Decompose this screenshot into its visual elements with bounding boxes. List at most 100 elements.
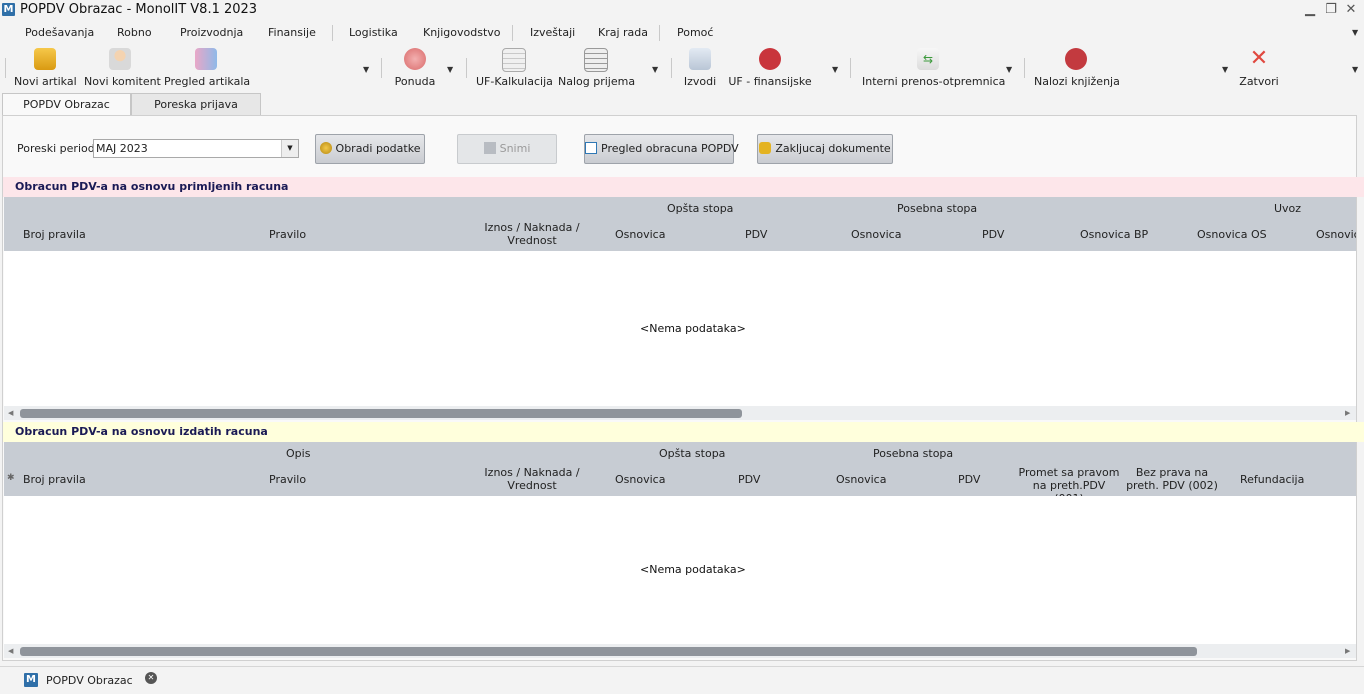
grid1-group-general-rate: Opšta stopa [667, 202, 734, 215]
process-data-button[interactable]: Obradi podatke [315, 134, 425, 164]
menu-item-podesavanja[interactable]: Podešavanja [25, 26, 94, 39]
minimize-icon[interactable]: ▁ [1302, 2, 1318, 18]
menu-item-izvestaji[interactable]: Izveštaji [530, 26, 575, 39]
grid2-empty-message: <Nema podataka> [640, 563, 746, 576]
grid1-group-import: Uvoz [1274, 202, 1302, 215]
tab-popdv-obrazac[interactable]: POPDV Obrazac [2, 93, 131, 115]
grid2-col-rule-number[interactable]: Broj pravila [23, 473, 86, 486]
grid1-col-rule-number[interactable]: Broj pravila [23, 228, 86, 241]
grid2-scroll-thumb[interactable] [20, 647, 1197, 656]
calculator-icon [502, 48, 526, 72]
uf-financial-button[interactable]: UF - finansijske [728, 46, 812, 90]
toolbar-dropdown-icon[interactable]: ▼ [447, 65, 453, 74]
receipt-icon [584, 48, 608, 72]
menu-item-kraj-rada[interactable]: Kraj rada [598, 26, 648, 39]
grid2-horizontal-scrollbar[interactable]: ◀ ▶ [4, 644, 1356, 658]
grid2-body[interactable]: <Nema podataka> [4, 496, 1356, 644]
grid2-col-rule[interactable]: Pravilo [269, 473, 306, 486]
grid1-col-amount[interactable]: Iznos / Naknada / Vrednost [484, 221, 580, 247]
process-icon [319, 142, 332, 154]
grid2-col-vat-general[interactable]: PDV [738, 473, 760, 486]
receipt-order-button[interactable]: Nalog prijema [558, 46, 635, 90]
grid1-col-vat-general[interactable]: PDV [745, 228, 767, 241]
grid2-col-refund[interactable]: Refundacija [1240, 473, 1304, 486]
scroll-left-icon[interactable]: ◀ [8, 409, 13, 417]
grid1-col-base-general[interactable]: Osnovica [615, 228, 665, 241]
offer-button[interactable]: Ponuda [392, 46, 438, 90]
grid1-group-special-rate: Posebna stopa [897, 202, 978, 215]
scroll-right-icon[interactable]: ▶ [1345, 409, 1350, 417]
close-document-icon[interactable]: ✕ [145, 672, 157, 684]
toolbar-dropdown-icon[interactable]: ▼ [363, 65, 369, 74]
grid1-col-base-os[interactable]: Osnovica OS [1197, 228, 1267, 241]
uf-calculation-label: UF-Kalkulacija [476, 75, 553, 88]
grid2-col-without-right[interactable]: Bez prava na preth. PDV (002) [1122, 466, 1222, 492]
grid2-group-description: Opis [286, 447, 311, 460]
open-document-label: POPDV Obrazac [46, 674, 133, 687]
grid1-col-rule[interactable]: Pravilo [269, 228, 306, 241]
grid1-horizontal-scrollbar[interactable]: ◀ ▶ [4, 406, 1356, 420]
save-disk-icon [483, 142, 496, 154]
statements-button[interactable]: Izvodi [680, 46, 720, 90]
toolbar-dropdown-icon[interactable]: ▼ [832, 65, 838, 74]
grid2-col-amount[interactable]: Iznos / Naknada / Vrednost [484, 466, 580, 492]
menu-item-finansije[interactable]: Finansije [268, 26, 316, 39]
grid2-col-base-general[interactable]: Osnovica [615, 473, 665, 486]
close-window-icon[interactable]: ✕ [1343, 2, 1359, 18]
toolbar-divider [671, 58, 672, 78]
grid2-col-vat-special[interactable]: PDV [958, 473, 980, 486]
new-partner-label: Novi komitent [84, 75, 161, 88]
scroll-left-icon[interactable]: ◀ [8, 647, 13, 655]
invoice-icon [759, 48, 781, 70]
shopping-bag-icon [34, 48, 56, 70]
posting-orders-button[interactable]: Nalozi knjiženja [1034, 46, 1120, 90]
row-indicator-icon: ✱ [7, 473, 15, 483]
grid1-col-vat-special[interactable]: PDV [982, 228, 1004, 241]
book-icon [1065, 48, 1087, 70]
menu-item-logistika[interactable]: Logistika [349, 26, 398, 39]
menu-item-pomoc[interactable]: Pomoć [677, 26, 713, 39]
menu-item-robno[interactable]: Robno [117, 26, 152, 39]
open-document-tab[interactable]: M POPDV Obrazac ✕ [22, 671, 162, 691]
scroll-right-icon[interactable]: ▶ [1345, 647, 1350, 655]
toolbar-dropdown-icon[interactable]: ▼ [1006, 65, 1012, 74]
internal-transfer-label: Interni prenos-otpremnica [862, 75, 1006, 88]
grid1-col-base-special[interactable]: Osnovica [851, 228, 901, 241]
restore-icon[interactable]: ❐ [1323, 2, 1339, 18]
offer-icon [404, 48, 426, 70]
internal-transfer-button[interactable]: ⇆ Interni prenos-otpremnica [862, 46, 1006, 90]
menu-item-proizvodnja[interactable]: Proizvodnja [180, 26, 243, 39]
toolbar-dropdown-icon[interactable]: ▼ [652, 65, 658, 74]
menu-divider [512, 25, 513, 41]
chevron-down-icon[interactable]: ▼ [281, 140, 298, 157]
statements-label: Izvodi [683, 75, 717, 88]
grid1-scroll-thumb[interactable] [20, 409, 742, 418]
tab-poreska-prijava[interactable]: Poreska prijava [131, 93, 261, 115]
menu-overflow-icon[interactable]: ▼ [1352, 28, 1358, 37]
offer-label: Ponuda [394, 75, 436, 88]
save-button[interactable]: Snimi [457, 134, 557, 164]
grid1-col-base-import[interactable]: Osnovica [1316, 228, 1356, 241]
statements-icon [689, 48, 711, 70]
toolbar-dropdown-icon[interactable]: ▼ [1222, 65, 1228, 74]
grid2-group-special-rate: Posebna stopa [873, 447, 954, 460]
posting-orders-label: Nalozi knjiženja [1034, 75, 1120, 88]
lock-documents-button[interactable]: Zakljucaj dokumente [757, 134, 893, 164]
uf-financial-label: UF - finansijske [728, 75, 812, 88]
title-bar: M POPDV Obrazac - MonolIT V8.1 2023 ▁ ❐ … [0, 0, 1364, 20]
grid1-col-base-bp[interactable]: Osnovica BP [1080, 228, 1148, 241]
new-article-button[interactable]: Novi artikal [14, 46, 77, 90]
toolbar-overflow-icon[interactable]: ▼ [1352, 65, 1358, 74]
new-partner-button[interactable]: Novi komitent [84, 46, 161, 90]
grid1-title: Obracun PDV-a na osnovu primljenih racun… [3, 177, 1364, 197]
new-article-label: Novi artikal [14, 75, 77, 88]
uf-calculation-button[interactable]: UF-Kalkulacija [476, 46, 553, 90]
review-popdv-button[interactable]: Pregled obracuna POPDV [584, 134, 739, 164]
app-logo-icon: M [2, 3, 15, 16]
grid1-body[interactable]: <Nema podataka> [4, 251, 1356, 406]
articles-overview-button[interactable]: Pregled artikala [164, 46, 250, 90]
grid2-col-base-special[interactable]: Osnovica [836, 473, 886, 486]
menu-item-knjigovodstvo[interactable]: Knjigovodstvo [423, 26, 501, 39]
period-combobox[interactable]: MAJ 2023 ▼ [93, 139, 299, 158]
close-button[interactable]: ✕ Zatvori [1236, 46, 1282, 90]
